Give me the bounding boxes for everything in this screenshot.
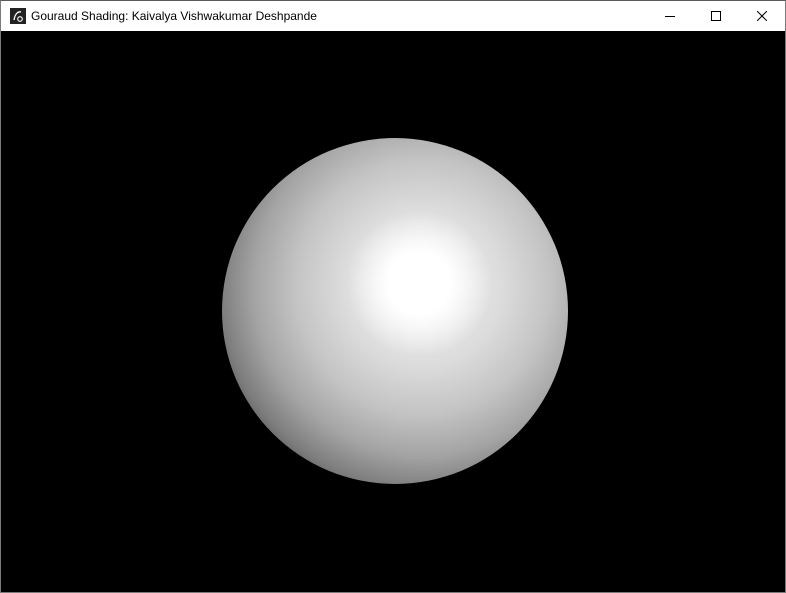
app-window: Gouraud Shading: Kaivalya Vishwakumar De… (0, 0, 786, 593)
minimize-button[interactable] (647, 1, 693, 31)
minimize-icon (665, 16, 675, 17)
close-icon (757, 11, 767, 21)
window-title: Gouraud Shading: Kaivalya Vishwakumar De… (31, 9, 317, 23)
close-button[interactable] (739, 1, 785, 31)
maximize-icon (711, 11, 721, 21)
app-icon[interactable] (10, 8, 26, 24)
maximize-button[interactable] (693, 1, 739, 31)
shaded-sphere (222, 138, 568, 484)
title-bar[interactable]: Gouraud Shading: Kaivalya Vishwakumar De… (1, 1, 785, 31)
render-viewport[interactable] (1, 31, 785, 592)
